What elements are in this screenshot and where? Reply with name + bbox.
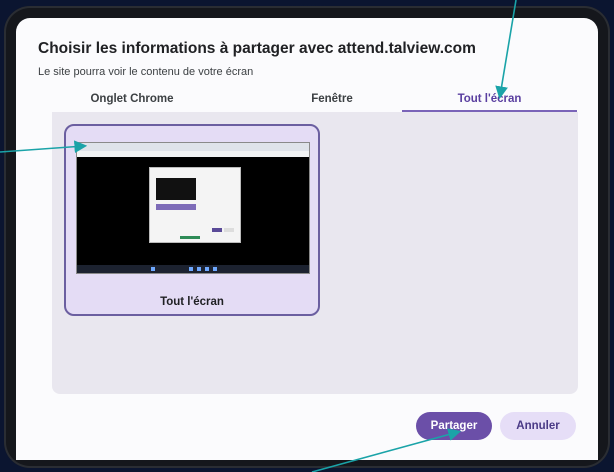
screen-option-label: Tout l'écran <box>160 296 224 308</box>
taskbar-icon <box>205 267 209 271</box>
taskbar-icon <box>151 267 155 271</box>
screen-thumbnail <box>76 142 310 274</box>
dialog-title: Choisir les informations à partager avec… <box>38 40 476 57</box>
thumbnail-video <box>156 178 196 200</box>
cancel-button[interactable]: Annuler <box>500 412 576 440</box>
thumbnail-window <box>149 167 241 243</box>
thumbnail-indicator <box>180 236 200 239</box>
thumbnail-button <box>224 228 234 232</box>
taskbar-icon <box>189 267 193 271</box>
tab-window[interactable]: Fenêtre <box>272 88 392 110</box>
tab-bar: Onglet Chrome Fenêtre Tout l'écran <box>52 88 578 112</box>
thumbnail-browser-bar <box>77 143 309 151</box>
thumbnail-button <box>212 228 222 232</box>
thumbnail-bar <box>156 204 196 210</box>
taskbar-icon <box>197 267 201 271</box>
share-button[interactable]: Partager <box>416 412 492 440</box>
dialog-subtitle: Le site pourra voir le contenu de votre … <box>38 66 254 78</box>
thumbnail-taskbar <box>77 265 309 273</box>
tab-chrome-tab[interactable]: Onglet Chrome <box>72 88 192 110</box>
screen-option-tile[interactable]: Tout l'écran <box>64 124 320 316</box>
taskbar-icon <box>213 267 217 271</box>
thumbnail-address-bar <box>77 151 309 157</box>
tab-entire-screen[interactable]: Tout l'écran <box>402 88 577 112</box>
